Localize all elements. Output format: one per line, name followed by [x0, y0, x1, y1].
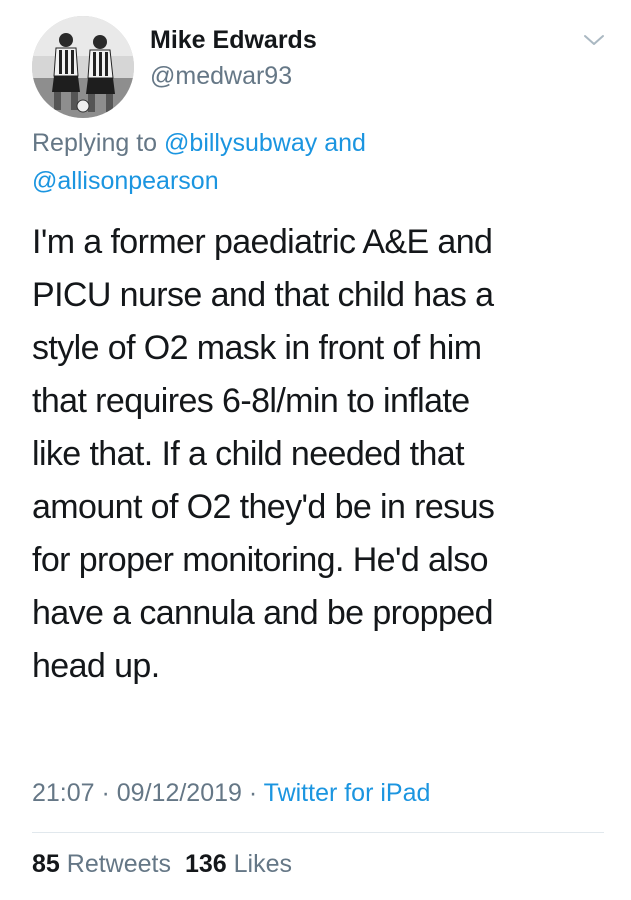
- tweet-time[interactable]: 21:07: [32, 779, 95, 807]
- retweets-label: Retweets: [66, 850, 171, 878]
- tweet-text-line: PICU nurse and that child has a: [32, 276, 494, 314]
- avatar[interactable]: [32, 16, 134, 118]
- retweets-count: 85: [32, 850, 60, 878]
- user-handle[interactable]: @medwar93: [150, 62, 292, 91]
- tweet-text: I'm a former paediatric A&E and PICU nur…: [32, 216, 602, 693]
- divider: [32, 832, 604, 833]
- likes-count: 136: [184, 850, 227, 878]
- profile-photo-icon: [32, 16, 134, 118]
- tweet-text-line: that requires 6-8l/min to inflate: [32, 382, 470, 420]
- tweet-text-line: have a cannula and be propped: [32, 594, 494, 632]
- engagement-stats: 85 Retweets 136 Likes: [32, 850, 292, 879]
- likes-stat[interactable]: 136 Likes: [185, 850, 292, 878]
- tweet-text-line: style of O2 mask in front of him: [32, 329, 482, 367]
- tweet-text-line: amount of O2 they'd be in resus: [32, 488, 495, 526]
- reply-conjunction[interactable]: and: [317, 129, 366, 157]
- tweet-text-line: like that. If a child needed that: [32, 435, 465, 473]
- tweet-meta: 21:07 · 09/12/2019 · Twitter for iPad: [32, 779, 430, 808]
- tweet-card: Mike Edwards @medwar93 Replying to @bill…: [0, 0, 631, 900]
- mention-link-allisonpearson[interactable]: @allisonpearson: [32, 167, 219, 195]
- tweet-text-line: for proper monitoring. He'd also: [32, 541, 489, 579]
- retweets-stat[interactable]: 85 Retweets: [32, 850, 171, 878]
- display-name[interactable]: Mike Edwards: [150, 26, 317, 55]
- tweet-date[interactable]: 09/12/2019: [117, 779, 242, 807]
- reply-context: Replying to @billysubway and @allisonpear…: [32, 124, 602, 200]
- tweet-text-line: head up.: [32, 647, 160, 685]
- tweet-text-line: I'm a former paediatric A&E and: [32, 223, 493, 261]
- reply-prefix: Replying to: [32, 129, 165, 157]
- meta-separator: ·: [241, 779, 264, 807]
- tweet-source-link[interactable]: Twitter for iPad: [264, 779, 431, 807]
- meta-separator: ·: [94, 779, 117, 807]
- mention-link-billysubway[interactable]: @billysubway: [164, 129, 317, 157]
- chevron-down-icon[interactable]: [582, 30, 606, 50]
- likes-label: Likes: [233, 850, 293, 878]
